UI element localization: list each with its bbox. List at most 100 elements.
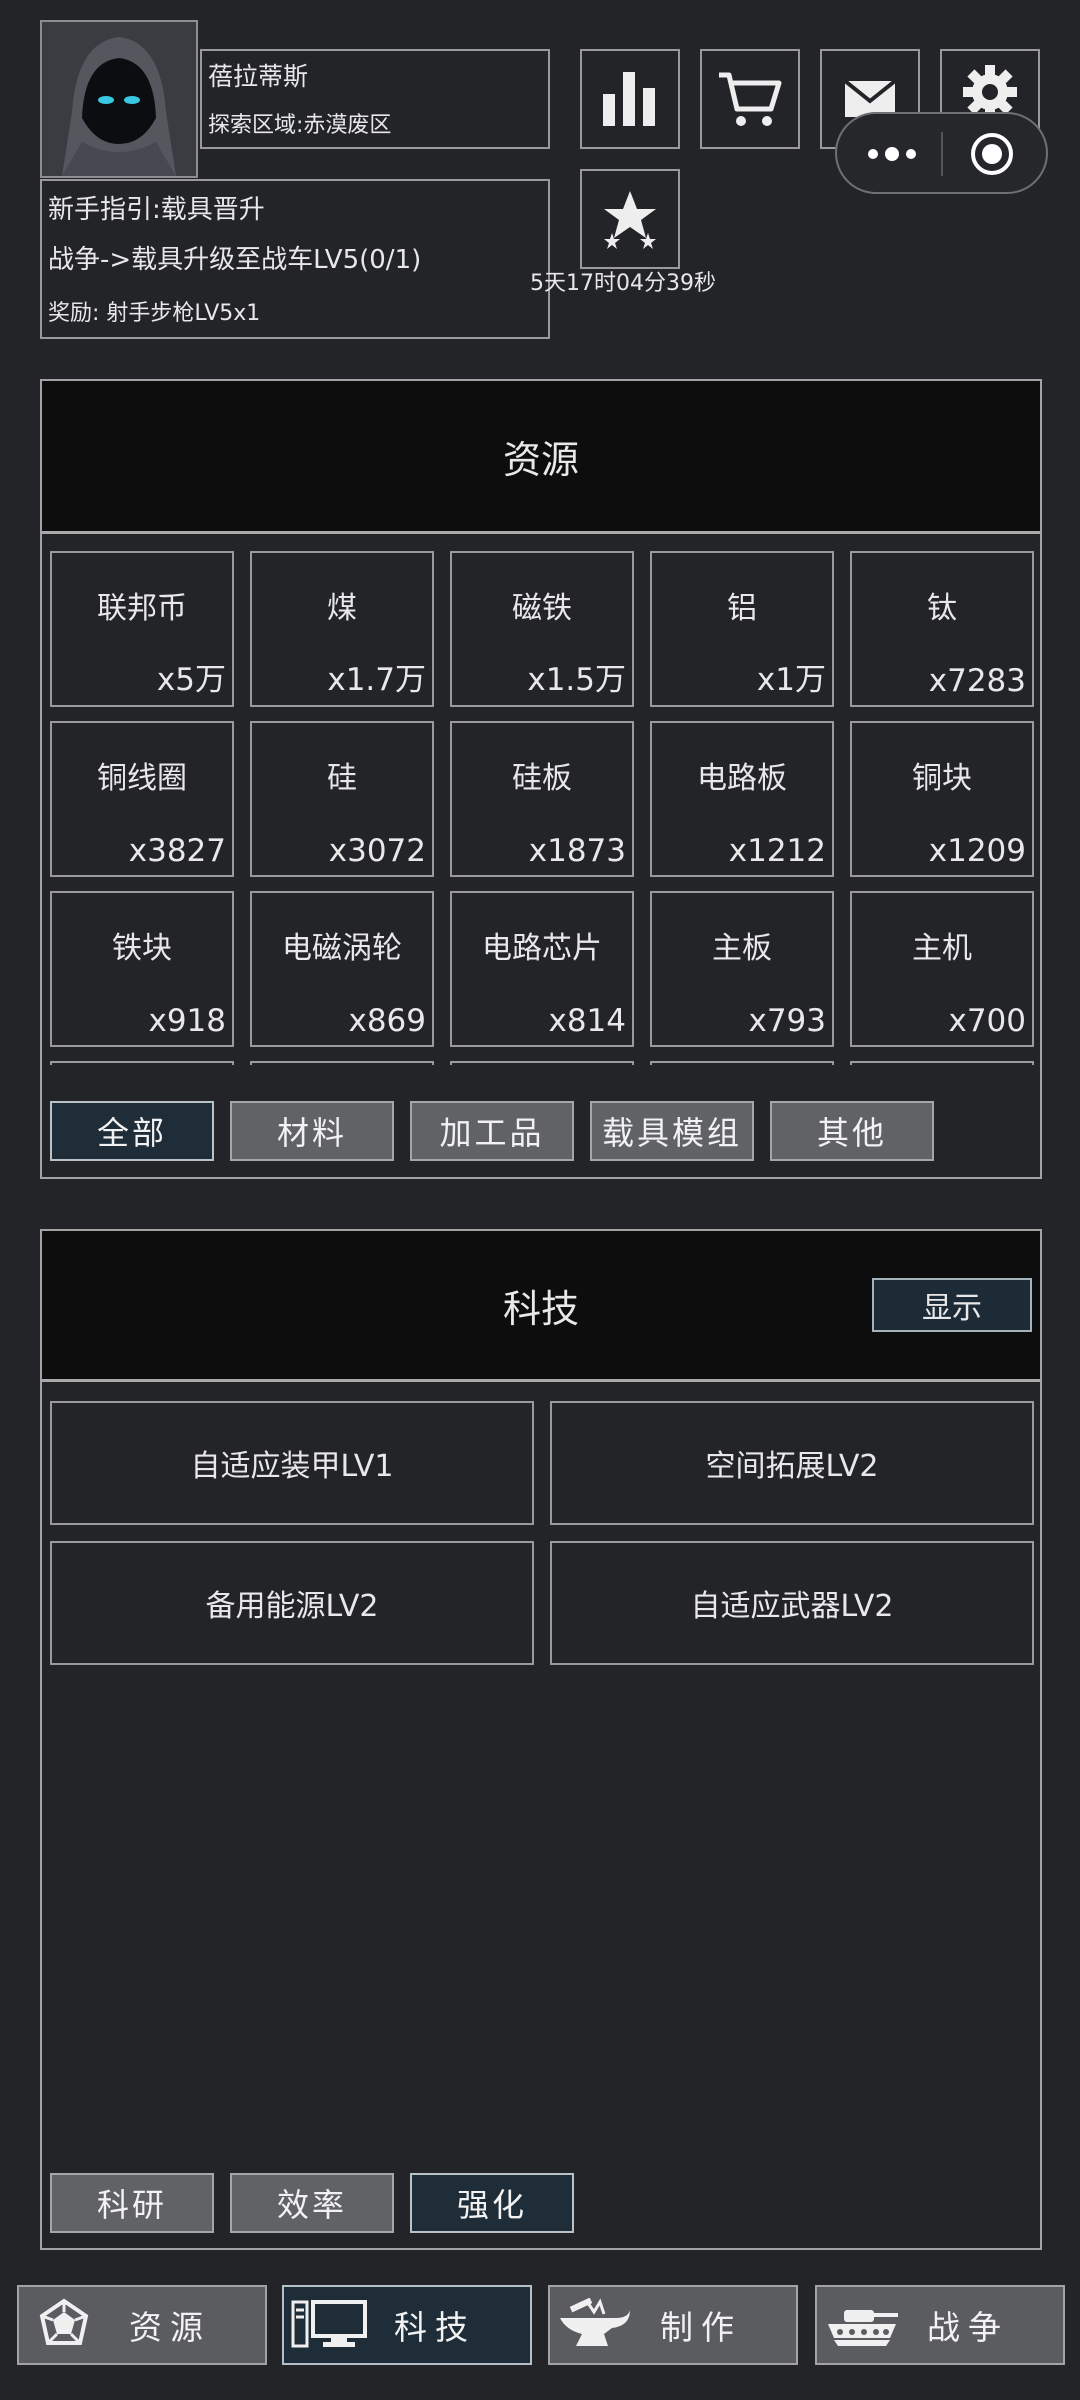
resource-quantity: x793 — [748, 1003, 826, 1039]
resource-cell[interactable]: 磁铁 x1.5万 — [450, 551, 634, 707]
nav-tab[interactable]: 制作 — [548, 2285, 798, 2365]
resource-cell[interactable] — [850, 1061, 1034, 1065]
tech-tab[interactable]: 强化 — [410, 2173, 574, 2233]
anvil-icon — [550, 2295, 640, 2355]
stats-icon — [603, 72, 655, 126]
show-toggle-button[interactable]: 显示 — [872, 1278, 1032, 1332]
resource-name: 铁块 — [112, 931, 172, 966]
resource-cell[interactable]: 铁块 x918 — [50, 891, 234, 1047]
resource-name: 钛 — [927, 591, 957, 626]
star-icon — [604, 191, 656, 249]
resource-name: 煤 — [327, 591, 357, 626]
tech-tab[interactable]: 效率 — [230, 2173, 394, 2233]
player-name: 蓓拉蒂斯 — [208, 62, 309, 91]
nav-tab-label: 制作 — [660, 2308, 742, 2347]
resource-quantity: x5万 — [156, 662, 226, 698]
resource-cell[interactable] — [650, 1061, 834, 1065]
resource-quantity: x1万 — [756, 662, 826, 698]
more-button[interactable] — [857, 134, 927, 174]
tech-item[interactable]: 自适应装甲LV1 — [50, 1401, 534, 1525]
nav-tab-label: 战争 — [927, 2308, 1009, 2347]
resource-name: 铜块 — [912, 761, 972, 796]
tech-tab[interactable]: 科研 — [50, 2173, 214, 2233]
guide-reward: 奖励: 射手步枪LV5x1 — [48, 301, 261, 326]
nav-tab[interactable]: 战争 — [815, 2285, 1065, 2365]
resource-cell[interactable]: 主机 x700 — [850, 891, 1034, 1047]
filter-tab[interactable]: 其他 — [770, 1101, 934, 1161]
resource-cell[interactable]: 联邦币 x5万 — [50, 551, 234, 707]
resources-panel: 资源 联邦币 x5万 煤 x1.7万 磁铁 x1.5万 铝 x1万 钛 x7283 铜线圈 x3827… — [40, 379, 1042, 1179]
resource-name: 电路板 — [697, 761, 787, 796]
tank-icon — [817, 2295, 907, 2355]
resource-cell[interactable] — [50, 1061, 234, 1065]
resource-grid[interactable]: 联邦币 x5万 煤 x1.7万 磁铁 x1.5万 铝 x1万 钛 x7283 铜线圈 x3827 硅 x3… — [50, 551, 1036, 1065]
tech-item[interactable]: 空间拓展LV2 — [550, 1401, 1034, 1525]
resource-quantity: x7283 — [928, 663, 1026, 699]
resource-quantity: x1212 — [728, 833, 826, 869]
resource-cell[interactable]: 硅 x3072 — [250, 721, 434, 877]
nav-tab-label: 科技 — [394, 2308, 476, 2347]
resource-name: 磁铁 — [512, 591, 572, 626]
resources-title: 资源 — [42, 381, 1040, 534]
close-miniprogram-button[interactable] — [962, 128, 1022, 180]
novice-guide-box[interactable]: 新手指引:载具晋升 战争->载具升级至战车LV5(0/1) 奖励: 射手步枪LV… — [40, 179, 550, 339]
resource-name: 电路芯片 — [482, 931, 602, 966]
filter-tab[interactable]: 全部 — [50, 1101, 214, 1161]
resource-name: 电磁涡轮 — [282, 931, 402, 966]
filter-tab[interactable]: 材料 — [230, 1101, 394, 1161]
gear-icon — [963, 65, 1017, 119]
resource-name: 联邦币 — [97, 591, 187, 626]
resource-quantity: x1209 — [928, 833, 1026, 869]
guide-title: 新手指引:载具晋升 — [48, 195, 265, 225]
player-avatar[interactable] — [40, 20, 198, 178]
player-info-box: 蓓拉蒂斯 探索区域:赤漠废区 — [200, 49, 550, 149]
resource-cell[interactable]: 煤 x1.7万 — [250, 551, 434, 707]
resource-quantity: x918 — [148, 1003, 226, 1039]
resource-cell[interactable] — [250, 1061, 434, 1065]
filter-tab[interactable]: 加工品 — [410, 1101, 574, 1161]
resource-name: 铜线圈 — [97, 761, 187, 796]
resource-cell[interactable]: 电路板 x1212 — [650, 721, 834, 877]
resource-cell[interactable]: 铜线圈 x3827 — [50, 721, 234, 877]
stats-button[interactable] — [580, 49, 680, 149]
resource-name: 硅板 — [512, 761, 572, 796]
resource-name: 铝 — [727, 591, 757, 626]
resource-name: 主机 — [912, 931, 972, 966]
achievements-button[interactable] — [580, 169, 680, 269]
mini-program-capsule — [835, 112, 1048, 194]
resource-quantity: x869 — [348, 1003, 426, 1039]
resource-quantity: x1.5万 — [527, 662, 626, 698]
dodecahedron-icon — [19, 2295, 109, 2355]
resource-cell[interactable]: 铜块 x1209 — [850, 721, 1034, 877]
resource-cell[interactable]: 硅板 x1873 — [450, 721, 634, 877]
shop-button[interactable] — [700, 49, 800, 149]
resource-quantity: x3827 — [128, 833, 226, 869]
filter-tab[interactable]: 载具模组 — [590, 1101, 754, 1161]
computer-icon — [284, 2295, 374, 2355]
capsule-divider — [941, 132, 943, 176]
resource-cell[interactable]: 钛 x7283 — [850, 551, 1034, 707]
nav-tab[interactable]: 资源 — [17, 2285, 267, 2365]
record-target-icon — [971, 133, 1013, 175]
nav-tab-label: 资源 — [129, 2308, 211, 2347]
tech-item[interactable]: 备用能源LV2 — [50, 1541, 534, 1665]
nav-tab[interactable]: 科技 — [282, 2285, 532, 2365]
more-dots-icon — [868, 147, 916, 161]
resource-quantity: x3072 — [328, 833, 426, 869]
resource-cell[interactable]: 电磁涡轮 x869 — [250, 891, 434, 1047]
resource-cell[interactable]: 电路芯片 x814 — [450, 891, 634, 1047]
resource-quantity: x1.7万 — [327, 662, 426, 698]
resource-name: 主板 — [712, 931, 772, 966]
resource-quantity: x814 — [548, 1003, 626, 1039]
resource-quantity: x1873 — [528, 833, 626, 869]
resource-cell[interactable]: 铝 x1万 — [650, 551, 834, 707]
resource-cell[interactable] — [450, 1061, 634, 1065]
tech-panel: 科技 显示 自适应装甲LV1 空间拓展LV2 备用能源LV2 自适应武器LV2 科研效… — [40, 1229, 1042, 2250]
tech-item[interactable]: 自适应武器LV2 — [550, 1541, 1034, 1665]
exploration-region: 探索区域:赤漠废区 — [208, 113, 392, 138]
hooded-figure-avatar-icon — [42, 22, 196, 176]
event-countdown: 5天17时04分39秒 — [530, 271, 716, 296]
resource-name: 硅 — [327, 761, 357, 796]
resource-quantity: x700 — [948, 1003, 1026, 1039]
resource-cell[interactable]: 主板 x793 — [650, 891, 834, 1047]
